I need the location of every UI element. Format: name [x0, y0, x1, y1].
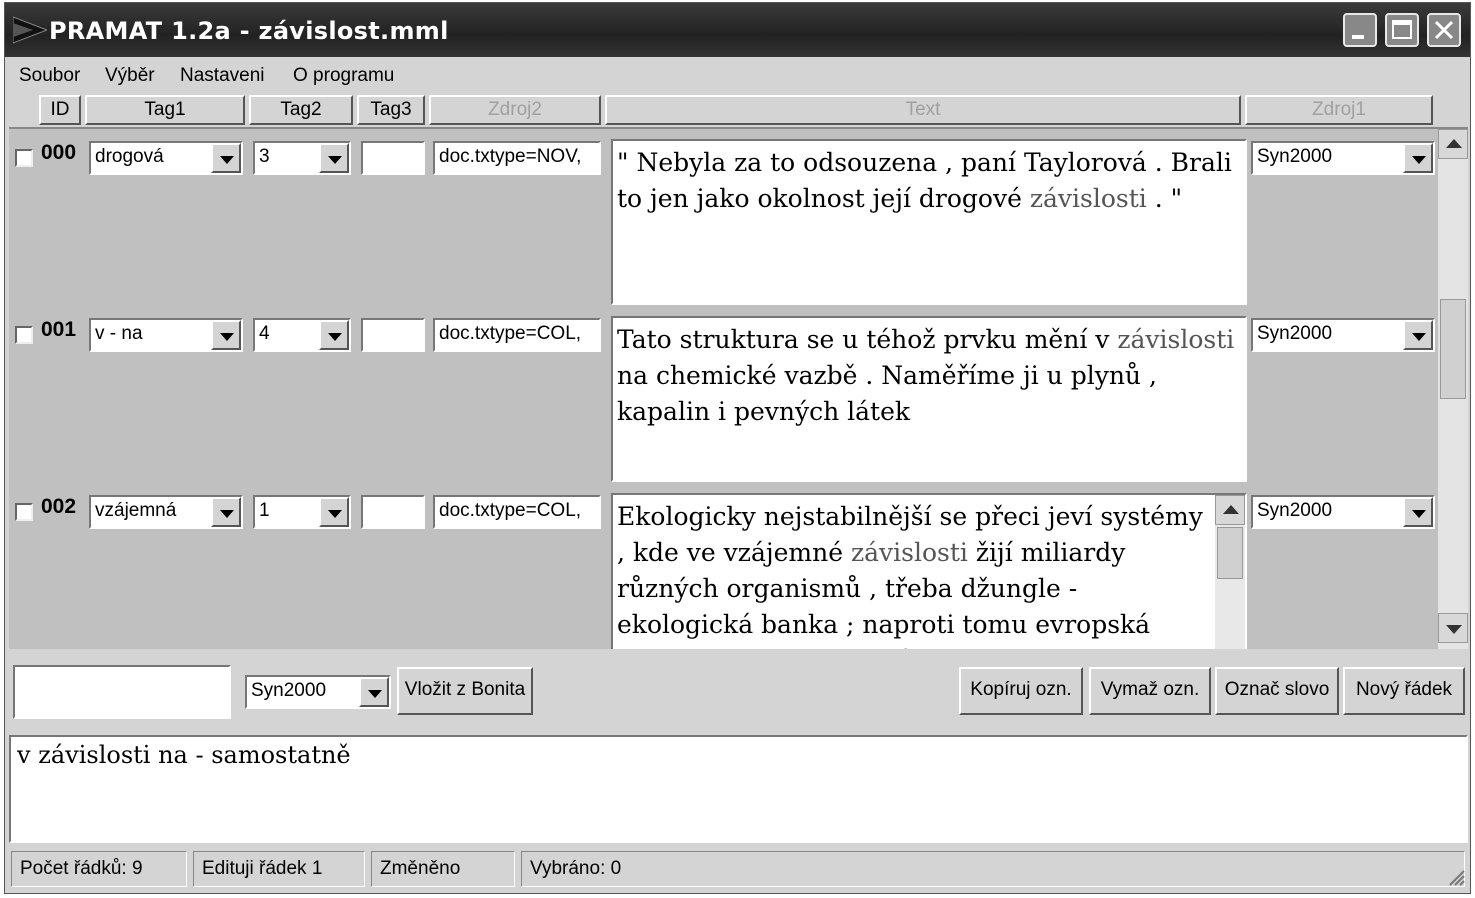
tag2-value: 3 — [259, 146, 270, 167]
tag2-select[interactable]: 1 — [253, 495, 351, 529]
bonita-input[interactable] — [13, 665, 231, 719]
new-row-button[interactable]: Nový řádek — [1343, 667, 1465, 715]
tag1-value: vzájemná — [95, 500, 177, 521]
text-before: Tato struktura se u téhož prvku mění v — [617, 325, 1118, 354]
tag1-select[interactable]: drogová — [89, 141, 243, 175]
scroll-up-icon[interactable] — [1215, 495, 1245, 525]
copy-marked-button[interactable]: Kopíruj ozn. — [959, 667, 1083, 715]
bottom-toolbar: Syn2000 Vložit z Bonita Kopíruj ozn. Vym… — [9, 651, 1468, 735]
tag3-field[interactable] — [361, 141, 425, 175]
resize-grip-icon[interactable] — [1444, 865, 1466, 887]
menu-bar: Soubor Výběr Nastaveni O programu — [5, 57, 1470, 93]
zdroj1-value: Syn2000 — [1257, 500, 1333, 521]
zdroj1-value: Syn2000 — [1257, 146, 1333, 167]
table-row: 000 drogová 3 doc.txtype=NOV, " Nebyla z… — [9, 129, 1437, 305]
window-title: PRAMAT 1.2a - závislost.mml — [49, 17, 449, 45]
tag2-value: 1 — [259, 500, 270, 521]
status-bar: Počet řádků: 9 Edituji řádek 1 Změněno V… — [9, 849, 1468, 889]
menu-soubor[interactable]: Soubor — [19, 65, 80, 87]
text-cell[interactable]: Ekologicky nejstabilnější se přeci jeví … — [611, 493, 1247, 649]
source-select[interactable]: Syn2000 — [245, 675, 391, 709]
row-checkbox[interactable] — [15, 149, 33, 167]
source-select-value: Syn2000 — [251, 680, 327, 701]
app-icon — [13, 16, 47, 44]
tag3-field[interactable] — [361, 495, 425, 529]
column-header-id[interactable]: ID — [39, 95, 81, 125]
scroll-up-icon[interactable] — [1438, 129, 1468, 159]
chevron-down-icon[interactable] — [1403, 143, 1433, 173]
table-row: 001 v - na 4 doc.txtype=COL, Tato strukt… — [9, 306, 1437, 482]
row-id: 002 — [41, 495, 77, 518]
tag3-field[interactable] — [361, 318, 425, 352]
column-headers: ID Tag1 Tag2 Tag3 Zdroj2 Text Zdroj1 — [5, 93, 1470, 127]
chevron-down-icon[interactable] — [211, 497, 241, 527]
row-id: 000 — [41, 141, 77, 164]
tag2-select[interactable]: 3 — [253, 141, 351, 175]
chevron-down-icon[interactable] — [319, 497, 349, 527]
minimize-button[interactable] — [1343, 13, 1377, 47]
zdroj2-field[interactable]: doc.txtype=COL, — [433, 318, 601, 352]
chevron-down-icon[interactable] — [319, 320, 349, 350]
scroll-thumb[interactable] — [1217, 527, 1243, 579]
tag2-select[interactable]: 4 — [253, 318, 351, 352]
chevron-down-icon[interactable] — [211, 143, 241, 173]
zdroj1-select[interactable]: Syn2000 — [1251, 495, 1435, 529]
record-grid: 000 drogová 3 doc.txtype=NOV, " Nebyla z… — [9, 127, 1468, 649]
keyword: závislosti — [1117, 325, 1235, 354]
chevron-down-icon[interactable] — [1403, 320, 1433, 350]
chevron-down-icon[interactable] — [319, 143, 349, 173]
status-selected: Vybráno: 0 — [521, 851, 1465, 887]
zdroj2-field[interactable]: doc.txtype=NOV, — [433, 141, 601, 175]
row-id: 001 — [41, 318, 77, 341]
zdroj1-value: Syn2000 — [1257, 323, 1333, 344]
scroll-down-icon[interactable] — [1438, 613, 1468, 643]
maximize-icon — [1392, 20, 1412, 39]
minimize-icon — [1352, 35, 1364, 39]
tag1-select[interactable]: vzájemná — [89, 495, 243, 529]
insert-from-bonita-button[interactable]: Vložit z Bonita — [397, 667, 533, 715]
column-header-tag2[interactable]: Tag2 — [249, 95, 353, 125]
tag2-value: 4 — [259, 323, 270, 344]
close-button[interactable] — [1427, 13, 1461, 47]
row-checkbox[interactable] — [15, 503, 33, 521]
column-header-zdroj2[interactable]: Zdroj2 — [429, 95, 601, 125]
grid-scrollbar[interactable] — [1438, 129, 1468, 649]
menu-o-programu[interactable]: O programu — [293, 65, 394, 87]
main-window: PRAMAT 1.2a - závislost.mml Soubor Výběr… — [4, 2, 1471, 894]
text-after: . " — [1146, 184, 1183, 213]
row-checkbox[interactable] — [15, 326, 33, 344]
tag1-value: drogová — [95, 146, 164, 167]
keyword: závislosti — [1029, 184, 1147, 213]
keyword: závislosti — [850, 538, 968, 567]
maximize-button[interactable] — [1385, 13, 1419, 47]
chevron-down-icon[interactable] — [359, 677, 389, 707]
status-editing: Edituji řádek 1 — [193, 851, 365, 887]
title-bar[interactable]: PRAMAT 1.2a - závislost.mml — [5, 3, 1470, 57]
chevron-down-icon[interactable] — [1403, 497, 1433, 527]
scroll-thumb[interactable] — [1440, 299, 1466, 399]
tag1-value: v - na — [95, 323, 143, 344]
text-scrollbar[interactable] — [1215, 495, 1245, 649]
column-header-zdroj1[interactable]: Zdroj1 — [1245, 95, 1433, 125]
text-cell[interactable]: Tato struktura se u téhož prvku mění v z… — [611, 316, 1247, 482]
zdroj2-field[interactable]: doc.txtype=COL, — [433, 495, 601, 529]
text-after: na chemické vazbě . Naměříme ji u plynů … — [617, 361, 1157, 426]
column-header-tag1[interactable]: Tag1 — [85, 95, 245, 125]
close-icon — [1434, 20, 1454, 40]
delete-marked-button[interactable]: Vymaž ozn. — [1089, 667, 1211, 715]
status-row-count: Počet řádků: 9 — [11, 851, 187, 887]
note-memo[interactable]: v závislosti na - samostatně — [9, 735, 1468, 843]
status-changed: Změněno — [371, 851, 515, 887]
menu-vyber[interactable]: Výběr — [105, 65, 155, 87]
text-cell[interactable]: " Nebyla za to odsouzena , paní Taylorov… — [611, 139, 1247, 305]
chevron-down-icon[interactable] — [211, 320, 241, 350]
column-header-tag3[interactable]: Tag3 — [357, 95, 425, 125]
column-header-text[interactable]: Text — [605, 95, 1241, 125]
mark-word-button[interactable]: Označ slovo — [1215, 667, 1339, 715]
zdroj1-select[interactable]: Syn2000 — [1251, 318, 1435, 352]
zdroj1-select[interactable]: Syn2000 — [1251, 141, 1435, 175]
tag1-select[interactable]: v - na — [89, 318, 243, 352]
table-row: 002 vzájemná 1 doc.txtype=COL, Ekologick… — [9, 483, 1437, 649]
menu-nastaveni[interactable]: Nastaveni — [180, 65, 265, 87]
